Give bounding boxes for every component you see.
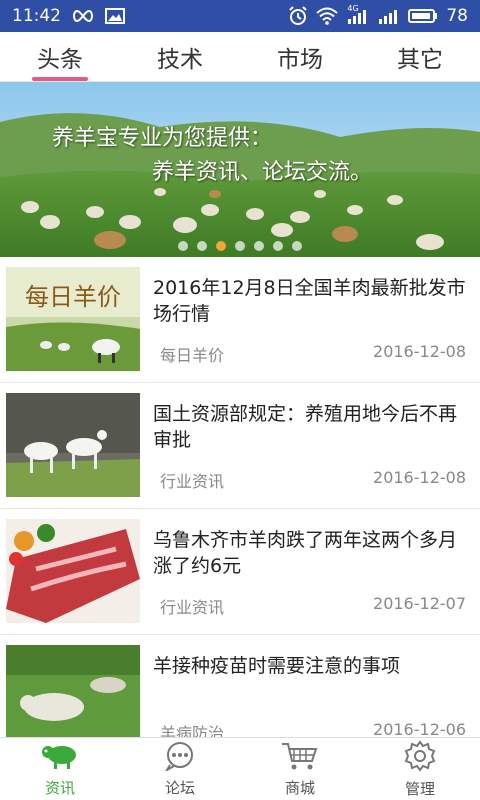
carousel-dot[interactable] — [235, 241, 245, 251]
banner-line-1: 养羊宝专业为您提供： — [52, 126, 273, 151]
gear-icon — [402, 739, 438, 776]
chat-icon — [162, 741, 198, 775]
list-item[interactable]: 每日羊价 2016年12月8日全国羊肉最新批发市场行情 每日羊价 2016-12… — [0, 257, 480, 383]
nav-forum[interactable]: 论坛 — [120, 738, 240, 800]
wifi-icon — [316, 7, 339, 25]
nav-manage-label: 管理 — [404, 779, 435, 798]
article-date: 2016-12-08 — [373, 342, 466, 361]
article-category: 行业资讯 — [160, 472, 225, 491]
carousel-dot[interactable] — [178, 241, 188, 251]
article-title: 羊接种疫苗时需要注意的事项 — [153, 655, 401, 677]
tab-headlines[interactable]: 头条 — [0, 32, 120, 81]
signal-4g-icon: 4G — [346, 4, 370, 25]
carousel-dot[interactable] — [273, 241, 283, 251]
tab-technique[interactable]: 技术 — [120, 32, 240, 81]
carousel-dot[interactable] — [292, 241, 302, 251]
carousel-dot[interactable] — [254, 241, 264, 251]
cart-icon — [280, 741, 320, 775]
sheep-icon — [40, 741, 80, 775]
list-item[interactable]: 乌鲁木齐市羊肉跌了两年这两个多月涨了约6元 行业资讯 2016-12-07 — [0, 509, 480, 635]
alarm-icon — [288, 6, 308, 26]
article-title: 国土资源部规定：养殖用地今后不再审批 — [153, 403, 458, 451]
article-title: 乌鲁木齐市羊肉跌了两年这两个多月涨了约6元 — [153, 529, 458, 577]
article-category: 每日羊价 — [160, 346, 225, 365]
nav-news[interactable]: 资讯 — [0, 738, 120, 800]
nav-shop[interactable]: 商城 — [240, 738, 360, 800]
article-list: 每日羊价 2016年12月8日全国羊肉最新批发市场行情 每日羊价 2016-12… — [0, 257, 480, 737]
article-category: 羊病防治 — [160, 724, 225, 737]
banner-carousel[interactable]: 养羊宝专业为您提供： 养羊资讯、论坛交流。 — [0, 82, 480, 257]
article-title: 2016年12月8日全国羊肉最新批发市场行情 — [153, 277, 466, 325]
clock: 11:42 — [12, 6, 61, 26]
nav-news-label: 资讯 — [44, 778, 75, 797]
category-tabs: 头条 技术 市场 其它 — [0, 32, 480, 82]
article-date: 2016-12-08 — [373, 468, 466, 487]
status-bar: 11:42 4G 78 — [0, 0, 480, 32]
tab-other[interactable]: 其它 — [360, 32, 480, 81]
article-thumbnail: 每日羊价 — [6, 267, 140, 371]
carousel-dot-active[interactable] — [216, 241, 226, 251]
infinity-icon — [71, 9, 95, 23]
banner-line-2: 养羊资讯、论坛交流。 — [152, 160, 373, 185]
article-thumbnail — [6, 393, 140, 497]
image-icon — [105, 8, 125, 24]
list-item[interactable]: 羊接种疫苗时需要注意的事项 羊病防治 2016-12-06 — [0, 635, 480, 737]
carousel-dot[interactable] — [197, 241, 207, 251]
nav-manage[interactable]: 管理 — [360, 738, 480, 800]
tab-market[interactable]: 市场 — [240, 32, 360, 81]
battery-icon — [408, 8, 438, 24]
network-type: 4G — [347, 4, 359, 13]
article-thumbnail — [6, 519, 140, 623]
nav-shop-label: 商城 — [284, 778, 315, 797]
article-date: 2016-12-06 — [373, 720, 466, 737]
article-thumbnail — [6, 645, 140, 737]
article-date: 2016-12-07 — [373, 594, 466, 613]
carousel-indicator — [0, 241, 480, 251]
thumb-text: 每日羊价 — [25, 283, 121, 311]
article-category: 行业资讯 — [160, 598, 225, 617]
bottom-nav: 资讯 论坛 商城 管理 — [0, 737, 480, 800]
nav-forum-label: 论坛 — [164, 778, 195, 797]
signal-icon — [378, 7, 400, 25]
battery-level: 78 — [446, 6, 468, 26]
list-item[interactable]: 国土资源部规定：养殖用地今后不再审批 行业资讯 2016-12-08 — [0, 383, 480, 509]
